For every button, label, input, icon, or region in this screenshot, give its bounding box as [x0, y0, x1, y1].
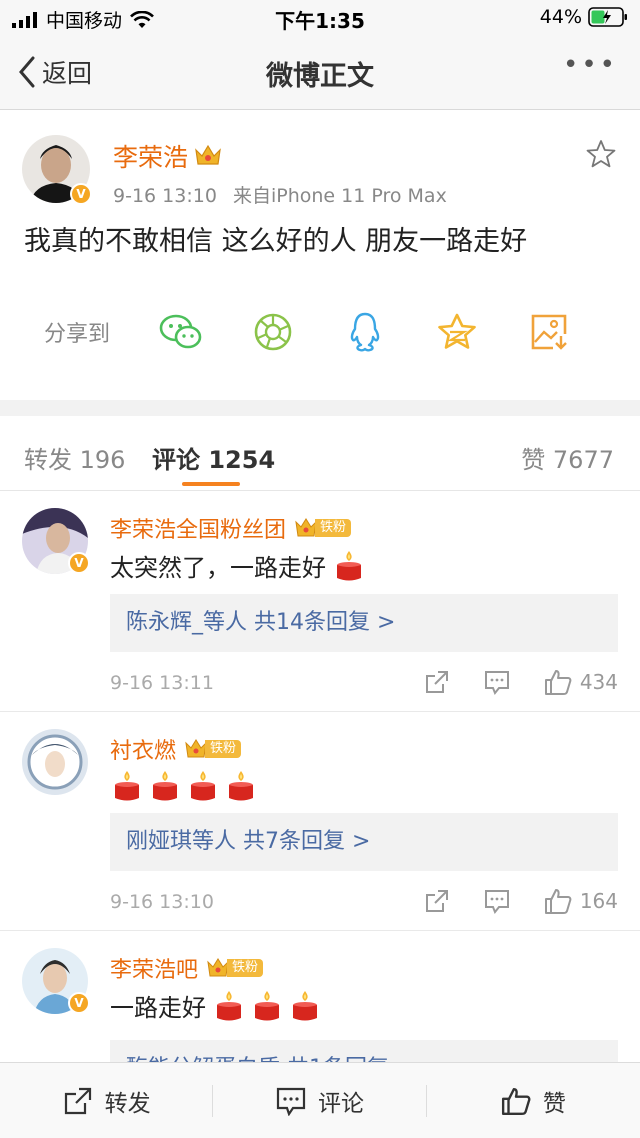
verified-badge-icon: V [70, 183, 92, 205]
reply-summary[interactable]: 陈永辉_等人 共14条回复 > [110, 594, 618, 652]
commenter-avatar[interactable] [22, 729, 88, 795]
like-count: 164 [579, 889, 618, 913]
repost-label: 转发 [104, 1090, 151, 1117]
share-row: 分享到 [44, 309, 618, 355]
candle-emoji-icon [112, 769, 142, 803]
bottom-action-bar: 转发 评论 赞 [0, 1062, 640, 1138]
comment-icon [484, 890, 509, 914]
share-icon [64, 1087, 91, 1114]
battery-icon [588, 7, 627, 27]
verified-badge-icon: V [68, 992, 90, 1014]
reply-summary[interactable]: 刚娅琪等人 共7条回复 > [110, 813, 618, 871]
status-right: 44% [540, 6, 628, 28]
like-comment-button[interactable]: 434 [544, 668, 618, 696]
fan-badge: 铁粉 [206, 957, 264, 979]
share-icon [425, 671, 448, 693]
commenter-name[interactable]: 李荣浩全国粉丝团 铁粉 [110, 512, 352, 544]
like-comment-button[interactable]: 164 [544, 887, 618, 915]
wechat-icon[interactable] [158, 309, 204, 355]
like-button[interactable]: 赞 [427, 1063, 640, 1138]
qzone-icon[interactable] [434, 309, 480, 355]
like-label: 赞 [542, 1090, 566, 1117]
thumbs-up-icon [544, 670, 572, 695]
candle-emoji-group [206, 989, 320, 1023]
comment-text: 太突然了，一路走好 [110, 548, 364, 583]
share-label: 分享到 [44, 322, 111, 347]
qq-icon[interactable] [342, 309, 388, 355]
candle-emoji-icon [214, 989, 244, 1023]
verified-badge-icon: V [68, 552, 90, 574]
more-options-icon[interactable]: ••• [563, 50, 618, 80]
comment-text-content: 一路走好 [110, 994, 206, 1022]
favorite-star-icon[interactable] [586, 139, 616, 173]
post-content: 我真的不敢相信 这么好的人 朋友一路走好 [24, 226, 528, 257]
comment-button[interactable]: 评论 [213, 1063, 427, 1138]
author-name[interactable]: 李荣浩 [113, 138, 222, 174]
candle-emoji-icon [252, 989, 282, 1023]
candle-emoji-icon [334, 549, 364, 583]
tab-repost[interactable]: 转发 196 [24, 440, 125, 475]
post-tabs: 转发 196 评论 1254 赞 7677 [0, 416, 640, 491]
candle-emoji-group [326, 549, 364, 583]
candle-emoji-icon [290, 989, 320, 1023]
post-meta: 9-16 13:10 来自iPhone 11 Pro Max [113, 181, 447, 208]
commenter-name[interactable]: 李荣浩吧 铁粉 [110, 952, 264, 984]
comment-icon [276, 1087, 306, 1116]
share-icon [425, 890, 448, 912]
share-comment-button[interactable] [424, 669, 450, 695]
comment-item: V 李荣浩全国粉丝团 铁粉 太突然了，一路走好 陈永辉_等人 共14条回复 > … [0, 492, 640, 712]
repost-button[interactable]: 转发 [0, 1063, 214, 1138]
candle-emoji-icon [188, 769, 218, 803]
tab-comments[interactable]: 评论 1254 [152, 440, 275, 475]
commenter-name-text: 李荣浩吧 [110, 958, 199, 983]
candle-emoji-icon [150, 769, 180, 803]
nav-bar: 返回 微博正文 ••• [0, 34, 640, 110]
status-bar: 中国移动 下午1:35 44% [0, 0, 640, 34]
comment-time: 9-16 13:11 [110, 672, 214, 694]
post-card: V 李荣浩 9-16 13:10 来自iPhone 11 Pro Max 我真的… [0, 111, 640, 400]
crown-icon [195, 144, 221, 165]
candle-emoji-group [104, 769, 256, 803]
active-tab-indicator [182, 482, 240, 486]
fan-badge: 铁粉 [184, 738, 242, 760]
thumbs-up-icon [544, 889, 572, 914]
post-time: 9-16 13:10 [113, 185, 217, 207]
reply-comment-button[interactable] [484, 888, 510, 914]
candle-emoji-icon [226, 769, 256, 803]
commenter-name[interactable]: 衬衣燃 铁粉 [110, 733, 242, 765]
commenter-name-text: 李荣浩全国粉丝团 [110, 518, 287, 543]
share-comment-button[interactable] [424, 888, 450, 914]
fan-badge-label: 铁粉 [205, 740, 242, 758]
comment-label: 评论 [317, 1090, 364, 1117]
fan-badge-label: 铁粉 [315, 519, 352, 537]
thumbs-up-icon [501, 1087, 531, 1115]
tab-likes[interactable]: 赞 7677 [521, 440, 614, 475]
reply-comment-button[interactable] [484, 669, 510, 695]
page-title: 微博正文 [266, 61, 374, 92]
post-source: 来自iPhone 11 Pro Max [232, 185, 447, 207]
comment-text-content: 太突然了，一路走好 [110, 554, 326, 582]
comment-item: V 李荣浩吧 铁粉 一路走好 酶能分解蛋白质 共1条回复 > [0, 932, 640, 1098]
moments-icon[interactable] [250, 309, 296, 355]
comment-text [104, 769, 256, 803]
comment-item: 衬衣燃 铁粉 刚娅琪等人 共7条回复 > 9-16 13:10 164 [0, 713, 640, 931]
battery-percent: 44% [539, 6, 582, 28]
comment-icon [484, 671, 509, 695]
commenter-name-text: 衬衣燃 [110, 739, 177, 764]
save-image-icon[interactable] [526, 309, 572, 355]
author-name-text: 李荣浩 [113, 143, 189, 172]
section-divider [0, 400, 640, 416]
like-count: 434 [579, 670, 618, 694]
avatar-image [22, 729, 88, 795]
weibo-post-page: 中国移动 下午1:35 44% 返回 微博正文 ••• V 李荣浩 9-16 1… [0, 0, 640, 1138]
fan-badge: 铁粉 [294, 517, 352, 539]
comment-text: 一路走好 [110, 988, 320, 1023]
comment-actions: 164 [390, 887, 618, 915]
fan-badge-label: 铁粉 [227, 959, 264, 977]
comment-time: 9-16 13:10 [110, 891, 214, 913]
comment-actions: 434 [390, 668, 618, 696]
